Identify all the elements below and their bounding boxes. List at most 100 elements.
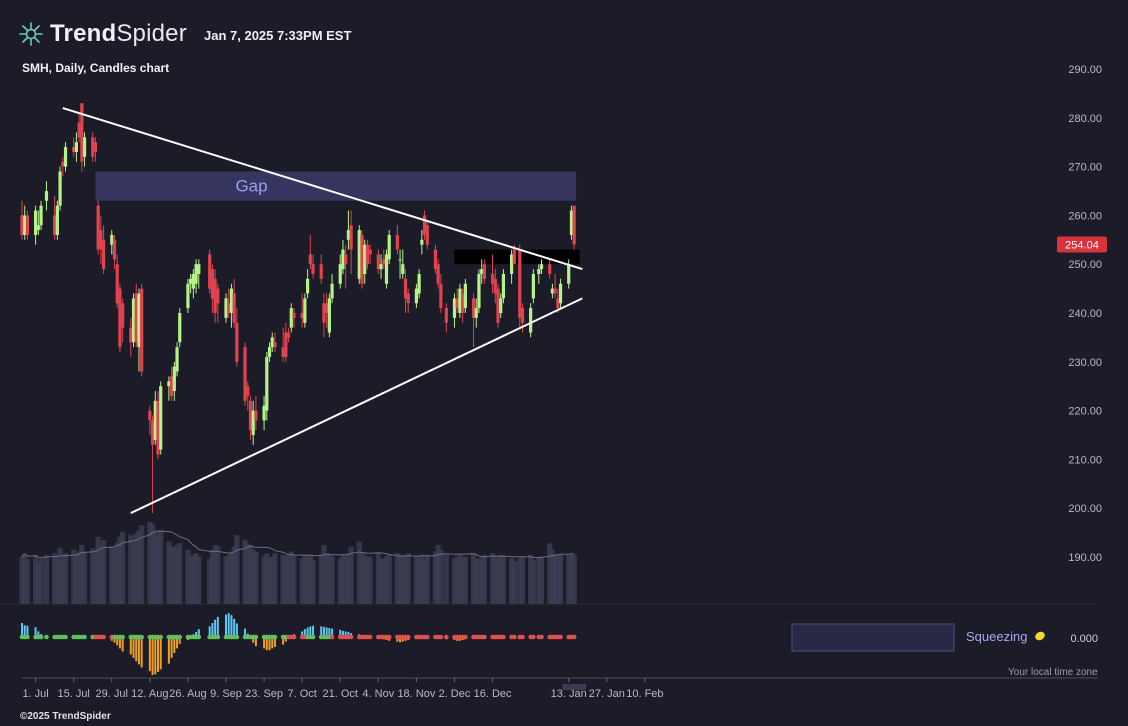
candle[interactable] [572,205,576,250]
candle-body [537,269,541,274]
squeeze-dot [25,634,30,640]
candle[interactable] [273,332,277,353]
candle-body [572,205,576,245]
candle[interactable] [159,381,163,455]
candle[interactable] [25,210,30,240]
candle[interactable] [403,269,408,313]
candle[interactable] [197,259,201,289]
candle[interactable] [44,181,49,211]
candle-body [520,308,525,323]
x-axis[interactable]: 1. Jul 15. Jul 29. Jul 12. Aug 26. Aug 9. Sep… [22,677,1098,700]
candle-body [482,264,486,279]
volume-bar [38,558,44,604]
candle[interactable] [327,293,331,338]
gap-zone[interactable] [95,171,577,201]
squeeze-dot [253,634,259,640]
candle[interactable] [529,303,533,338]
candle-body [232,293,236,323]
squeeze-dot [386,634,392,640]
candle[interactable] [63,142,68,172]
candle[interactable] [444,303,448,333]
candle[interactable] [395,225,399,255]
local-time-zone-label[interactable]: Your local time zone [1008,667,1098,678]
volume-bar [481,554,487,604]
candle[interactable] [501,269,506,304]
volume-bars [19,522,577,604]
chart-canvas[interactable]: Gap 290.00 280.00 270.00 260.00 250.00 240.00… [0,0,1128,726]
squeeze-dot [501,634,506,640]
candle-body [398,259,402,261]
squeeze-highlight-box[interactable] [791,623,955,652]
momentum-bar [173,637,176,653]
momentum-bar [159,637,162,670]
candle-body [303,298,307,323]
momentum-bar [140,637,143,668]
squeeze-dot [571,634,577,640]
y-axis[interactable]: 290.00 280.00 270.00 260.00 250.00 240.00 230.… [1057,64,1107,564]
candle[interactable] [308,234,312,270]
momentum-bar [154,637,157,675]
volume-bar [329,556,335,604]
y-tick-label: 200.00 [1068,503,1102,515]
volume-bar [530,559,536,604]
volume-bar [443,554,449,604]
squeeze-dot [139,634,144,640]
candle[interactable] [349,210,353,274]
candle[interactable] [186,278,190,313]
x-tick-label: 12. Aug [131,688,168,700]
squeeze-dot [512,634,517,640]
momentum-bar [230,615,233,637]
volume-bar [557,554,564,604]
candle[interactable] [463,278,467,313]
candle[interactable] [115,254,119,309]
candle[interactable] [82,132,87,167]
candle[interactable] [112,234,117,270]
candle[interactable] [471,293,476,348]
candle[interactable] [306,269,310,299]
candle-body [518,249,522,318]
squeeze-indicator[interactable]: Squeezing 0.000 [19,613,1098,675]
candle[interactable] [55,200,59,240]
candle[interactable] [77,112,81,143]
x-tick-label: 29. Jul [96,688,128,700]
candle[interactable] [477,269,481,313]
volume-bar [511,561,517,604]
candle[interactable] [216,283,220,323]
candle[interactable] [376,249,380,274]
ascending-support-trendline[interactable] [130,297,583,514]
candle[interactable] [175,342,179,377]
candle[interactable] [232,278,236,328]
x-tick-label: 9. Sep [210,688,242,700]
candle[interactable] [265,352,269,421]
candle[interactable] [121,298,125,343]
candle[interactable] [387,230,391,265]
candle[interactable] [401,249,405,279]
candle[interactable] [319,254,323,284]
candle[interactable] [284,322,288,362]
candle[interactable] [531,269,535,304]
momentum-bar [129,637,132,655]
candle[interactable] [178,308,182,348]
lemon-icon [1035,631,1045,641]
candle[interactable] [243,342,247,406]
candle[interactable] [58,166,62,211]
x-tick-label: 26. Aug [169,688,206,700]
candle[interactable] [553,273,557,299]
candle-body [216,288,220,304]
candle[interactable] [118,283,122,353]
volume-bar [500,556,507,604]
candle[interactable] [322,293,326,338]
candle-body [425,225,429,245]
candle-body [58,171,62,206]
candle-body [311,264,315,274]
volume-bar [291,554,297,604]
x-tick-label: 23. Sep [245,688,283,700]
volume-bar [253,551,259,604]
candles[interactable] [20,103,576,514]
candle-body [529,308,533,333]
candle[interactable] [140,283,144,377]
candle[interactable] [303,293,307,328]
candle-body [368,249,372,255]
candle-body [477,273,481,309]
squeeze-dot [520,634,525,640]
